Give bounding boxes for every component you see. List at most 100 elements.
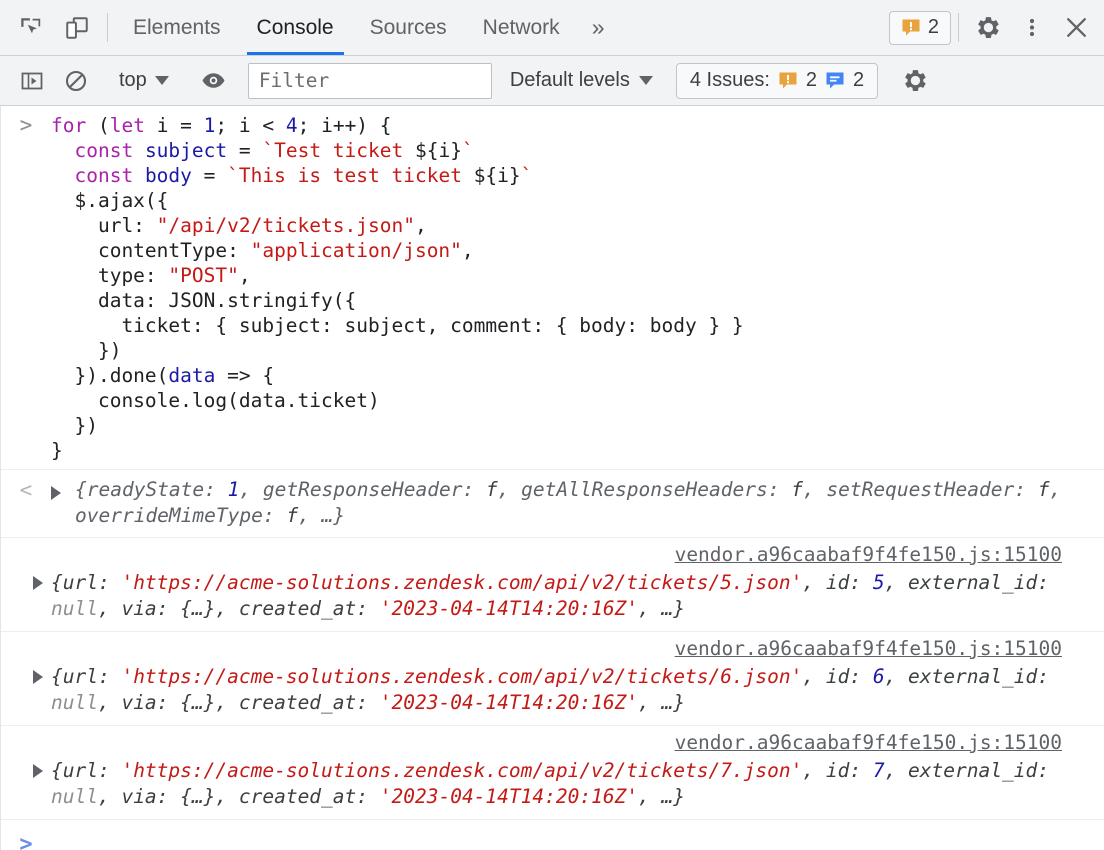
- code-token: `: [520, 164, 533, 187]
- object-token: null: [51, 785, 98, 808]
- disclosure-triangle-icon[interactable]: [33, 670, 43, 684]
- panel-tabs: Elements Console Sources Network »: [115, 0, 618, 55]
- code-line: }): [51, 413, 744, 438]
- object-token: {url:: [51, 759, 122, 782]
- expand-toggle[interactable]: [51, 477, 75, 529]
- issues-warning-count: 2: [805, 69, 818, 91]
- object-token: {…}: [180, 597, 216, 620]
- kebab-menu-icon[interactable]: [1010, 0, 1054, 55]
- object-token: 'https://acme-solutions.zendesk.com/api/…: [121, 571, 803, 594]
- code-line: console.log(data.ticket): [51, 388, 744, 413]
- console-toolbar: top Default levels 4 Issues: 2: [0, 56, 1104, 106]
- tab-console-label: Console: [256, 15, 334, 39]
- code-token: const: [74, 139, 134, 162]
- tabbar-divider-2: [958, 13, 959, 42]
- disclosure-triangle-icon[interactable]: [33, 764, 43, 778]
- code-token: `: [461, 139, 474, 162]
- tab-console[interactable]: Console: [239, 0, 352, 55]
- tab-network-label: Network: [482, 15, 560, 39]
- code-token: 4: [285, 114, 298, 137]
- code-token: ,: [238, 264, 251, 287]
- issues-label: 4 Issues:: [689, 69, 770, 91]
- code-token: contentType:: [51, 239, 251, 262]
- code-line: $.ajax({: [51, 188, 744, 213]
- code-token: ,: [461, 239, 474, 262]
- code-token: ; i++) {: [297, 114, 392, 137]
- code-line: for (let i = 1; i < 4; i++) {: [51, 113, 744, 138]
- tab-network[interactable]: Network: [465, 0, 578, 55]
- object-token: 'https://acme-solutions.zendesk.com/api/…: [121, 665, 803, 688]
- clear-console-icon[interactable]: [54, 59, 98, 103]
- issues-badge[interactable]: 4 Issues: 2 2: [675, 62, 879, 99]
- more-tabs-button[interactable]: »: [578, 0, 619, 55]
- return-gutter: <: [1, 477, 51, 529]
- object-token: 1: [227, 478, 240, 501]
- object-token: , created_at:: [215, 691, 380, 714]
- source-location-link[interactable]: vendor.a96caabaf9f4fe150.js:15100: [675, 543, 1062, 566]
- gear-icon[interactable]: [966, 0, 1010, 55]
- object-token: , …}: [298, 504, 346, 527]
- code-line: url: "/api/v2/tickets.json",: [51, 213, 744, 238]
- object-token: , setRequestHeader:: [802, 478, 1038, 501]
- source-location-link[interactable]: vendor.a96caabaf9f4fe150.js:15100: [675, 637, 1062, 660]
- context-selector[interactable]: top: [113, 69, 177, 92]
- code-line: }): [51, 338, 744, 363]
- live-expression-eye-icon[interactable]: [192, 59, 236, 103]
- object-token: {url:: [51, 571, 122, 594]
- input-gutter: >: [1, 113, 51, 463]
- console-log-row[interactable]: vendor.a96caabaf9f4fe150.js:15100 {url: '…: [1, 726, 1104, 820]
- return-value-object: {readyState: 1, getResponseHeader: f, ge…: [75, 477, 1104, 529]
- code-line: const subject = `Test ticket ${i}`: [51, 138, 744, 163]
- expand-toggle[interactable]: [1, 638, 51, 716]
- object-token: , id:: [802, 665, 873, 688]
- object-token: , …}: [638, 691, 686, 714]
- warning-icon: [902, 19, 920, 35]
- object-token: {…}: [180, 691, 216, 714]
- return-value-icon: <: [19, 478, 33, 502]
- prompt-icon: >: [19, 832, 33, 850]
- code-token: (: [86, 114, 110, 137]
- chevron-down-icon: [154, 76, 169, 85]
- device-toolbar-icon[interactable]: [54, 0, 100, 55]
- disclosure-triangle-icon[interactable]: [33, 576, 43, 590]
- console-message-list[interactable]: > for (let i = 1; i < 4; i++) { const su…: [0, 106, 1104, 850]
- expand-toggle[interactable]: [1, 544, 51, 622]
- code-token: data: JSON.stringify({: [51, 289, 357, 312]
- close-icon[interactable]: [1054, 0, 1098, 55]
- console-log-row[interactable]: vendor.a96caabaf9f4fe150.js:15100 {url: '…: [1, 632, 1104, 726]
- code-token: 1: [203, 114, 216, 137]
- disclosure-triangle-icon[interactable]: [51, 486, 61, 500]
- console-return-value-row[interactable]: < {readyState: 1, getResponseHeader: f, …: [1, 470, 1104, 538]
- object-token: f: [286, 504, 299, 527]
- log-level-selector[interactable]: Default levels: [502, 69, 661, 92]
- warning-count-badge[interactable]: 2: [888, 10, 951, 45]
- tab-sources[interactable]: Sources: [352, 0, 465, 55]
- code-token: const: [74, 164, 134, 187]
- object-token: , via:: [97, 785, 181, 808]
- warning-count: 2: [927, 16, 939, 38]
- console-log-row[interactable]: vendor.a96caabaf9f4fe150.js:15100 {url: '…: [1, 538, 1104, 632]
- context-selector-label: top: [119, 69, 147, 91]
- console-settings-gear-icon[interactable]: [893, 59, 937, 103]
- object-token: f: [791, 478, 803, 501]
- console-input-echo-row[interactable]: > for (let i = 1; i < 4; i++) { const su…: [1, 106, 1104, 470]
- console-prompt-row[interactable]: >: [1, 820, 1104, 850]
- tab-sources-label: Sources: [369, 15, 447, 39]
- object-token: 7: [872, 759, 885, 782]
- code-token: ticket: { subject: subject, comment: { b…: [51, 314, 744, 337]
- code-token: $.ajax({: [51, 189, 169, 212]
- code-token: `This is test ticket: [227, 164, 474, 187]
- code-token: ${i}: [414, 139, 462, 162]
- source-location-link[interactable]: vendor.a96caabaf9f4fe150.js:15100: [675, 731, 1062, 754]
- object-token: , external_id:: [884, 571, 1049, 594]
- code-token: type:: [51, 264, 169, 287]
- object-token: {…}: [180, 785, 216, 808]
- more-tabs-icon: »: [591, 14, 605, 40]
- console-prompt-input[interactable]: [51, 832, 1104, 850]
- expand-toggle[interactable]: [1, 732, 51, 810]
- object-token: 6: [872, 665, 885, 688]
- inspect-element-icon[interactable]: [8, 0, 54, 55]
- console-sidebar-icon[interactable]: [10, 59, 54, 103]
- filter-input[interactable]: [247, 62, 492, 99]
- tab-elements[interactable]: Elements: [115, 0, 239, 55]
